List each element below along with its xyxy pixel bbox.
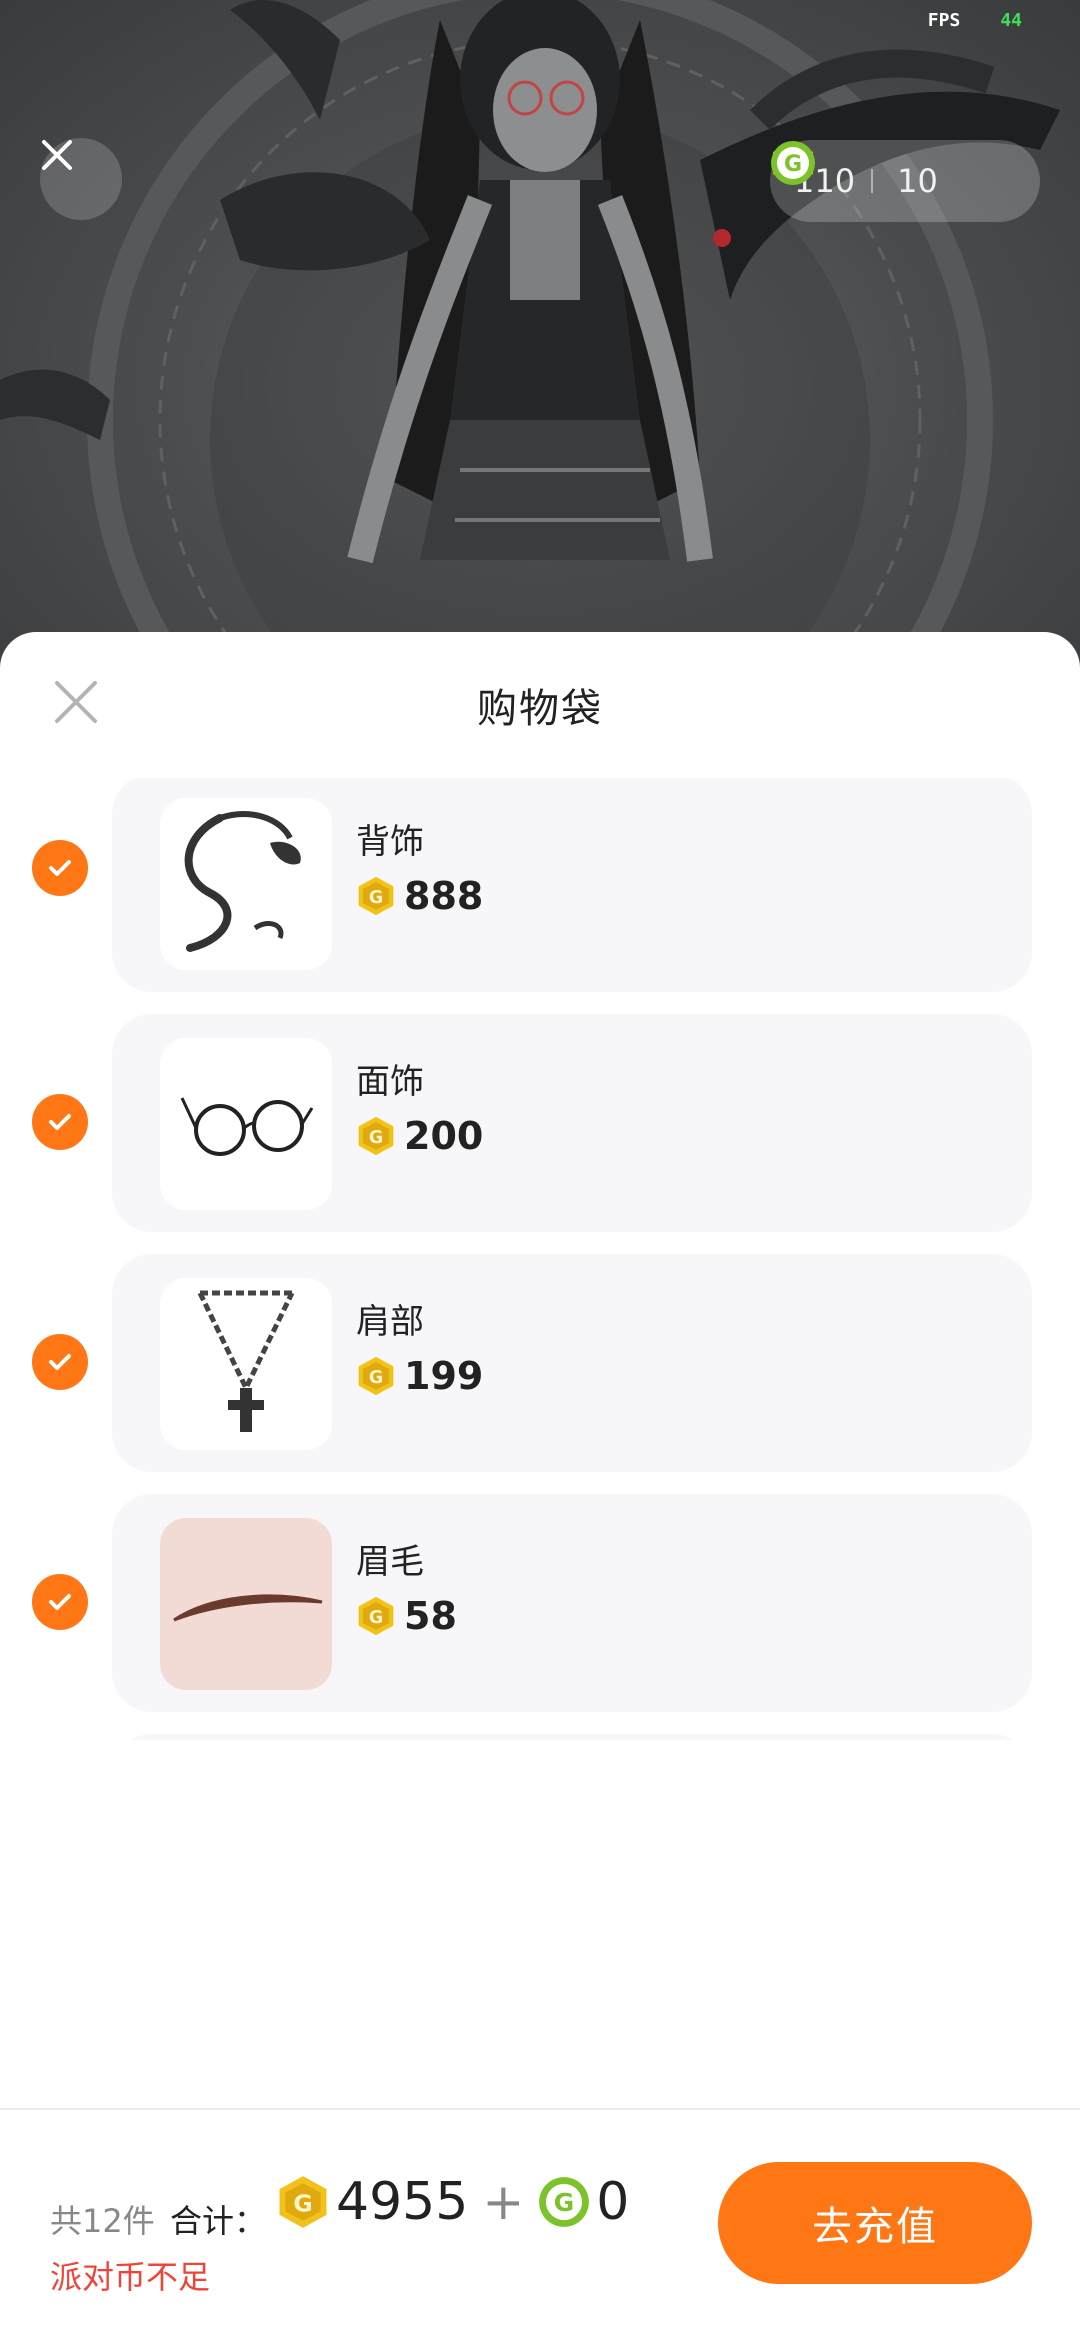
- gold-coin-icon: G: [358, 1356, 394, 1396]
- item-card[interactable]: 背饰 G 888: [112, 778, 1032, 992]
- gold-coin-icon: G: [279, 2176, 327, 2228]
- party-coin-total: 0: [596, 2172, 630, 2232]
- dragon-accessory-image: [184, 811, 301, 952]
- gold-coin-icon: G: [358, 1596, 394, 1636]
- item-checkbox[interactable]: [32, 1574, 88, 1630]
- checkout-footer: 共12件 合计： G 4955 + G 0 派对币不足 去充值: [0, 2108, 1080, 2340]
- avatar-preview-scene: FPS 44 G 110 G 10: [0, 0, 1080, 700]
- fps-value: 44: [1000, 10, 1022, 31]
- party-coin-icon: G: [771, 141, 815, 185]
- item-thumbnail: [160, 1038, 332, 1210]
- item-card[interactable]: 肩部 G 199: [112, 1254, 1032, 1472]
- svg-text:G: G: [369, 1368, 383, 1388]
- item-card[interactable]: 面饰 G 200: [112, 1014, 1032, 1232]
- svg-text:G: G: [293, 2189, 312, 2217]
- fps-label: FPS: [927, 10, 961, 31]
- item-card[interactable]: 眉毛 G 58: [112, 1494, 1032, 1712]
- total-label: 合计：: [170, 2202, 267, 2240]
- party-coin-balance: 10: [897, 162, 938, 200]
- svg-text:G: G: [369, 1608, 383, 1628]
- svg-text:G: G: [369, 1128, 383, 1148]
- cart-item: 背饰 G 888: [0, 778, 1080, 992]
- insufficient-balance-warning: 派对币不足: [50, 2258, 211, 2296]
- item-price-value: 58: [404, 1594, 457, 1638]
- fps-counter: FPS 44: [928, 10, 1022, 31]
- item-count: 共12件: [50, 2202, 155, 2240]
- party-coin-icon: G: [539, 2177, 590, 2227]
- item-name: 肩部: [356, 1302, 424, 1342]
- item-thumbnail: [160, 1278, 332, 1450]
- item-price: G 199: [356, 1354, 483, 1398]
- recharge-button[interactable]: 去充值: [718, 2162, 1032, 2284]
- cart-item-list[interactable]: 背饰 G 888 面饰 G 200 肩部 G 199 眉毛 G 58: [0, 778, 1080, 1740]
- item-checkbox[interactable]: [32, 840, 88, 896]
- svg-text:G: G: [369, 888, 383, 908]
- item-thumbnail: [160, 798, 332, 970]
- item-thumbnail: [160, 1518, 332, 1690]
- item-price-value: 199: [404, 1354, 484, 1398]
- item-checkbox[interactable]: [32, 1334, 88, 1390]
- item-name: 面饰: [356, 1062, 424, 1102]
- checkmark-icon: [49, 1354, 71, 1370]
- item-name: 眉毛: [356, 1542, 424, 1582]
- item-price: G 58: [356, 1594, 457, 1638]
- cart-item: 面饰 G 200: [0, 1014, 1080, 1232]
- checkmark-icon: [49, 1594, 71, 1610]
- item-checkbox[interactable]: [32, 1094, 88, 1150]
- close-preview-button[interactable]: [40, 138, 122, 220]
- item-price: G 888: [356, 874, 483, 918]
- currency-balance[interactable]: G 110 G 10: [770, 140, 1040, 222]
- sheet-title: 购物袋: [477, 686, 603, 732]
- gold-coin-total: 4955: [336, 2172, 469, 2232]
- cart-item: 眉毛 G 58: [0, 1494, 1080, 1712]
- item-price-value: 200: [404, 1114, 484, 1158]
- svg-text:G: G: [554, 2188, 574, 2217]
- checkmark-icon: [49, 1114, 71, 1130]
- gold-coin-icon: G: [358, 1116, 394, 1156]
- balance-divider: [871, 169, 874, 193]
- cart-item: 鞋子 G 399: [0, 1734, 1080, 1740]
- gold-coin-icon: G: [358, 876, 394, 916]
- item-price: G 200: [356, 1114, 483, 1158]
- avatar-character-illustration: [0, 0, 1060, 700]
- item-card[interactable]: 鞋子 G 399: [112, 1734, 1032, 1740]
- cross-necklace-image: [197, 1290, 295, 1432]
- round-glasses-image: [180, 1097, 314, 1156]
- checkmark-icon: [49, 860, 71, 876]
- shopping-bag-sheet: 购物袋 背饰 G 888 面饰 G 200 肩部 G 199 眉毛 G 58 共…: [0, 632, 1080, 2340]
- eyebrow-image: [173, 1594, 323, 1622]
- total-price: G 4955 + G 0: [276, 2172, 629, 2232]
- item-price-value: 888: [404, 874, 484, 918]
- cart-item: 肩部 G 199: [0, 1254, 1080, 1472]
- close-icon: [42, 140, 72, 170]
- plus-sign: +: [482, 2173, 525, 2231]
- item-name: 背饰: [356, 822, 424, 862]
- svg-text:G: G: [784, 152, 802, 177]
